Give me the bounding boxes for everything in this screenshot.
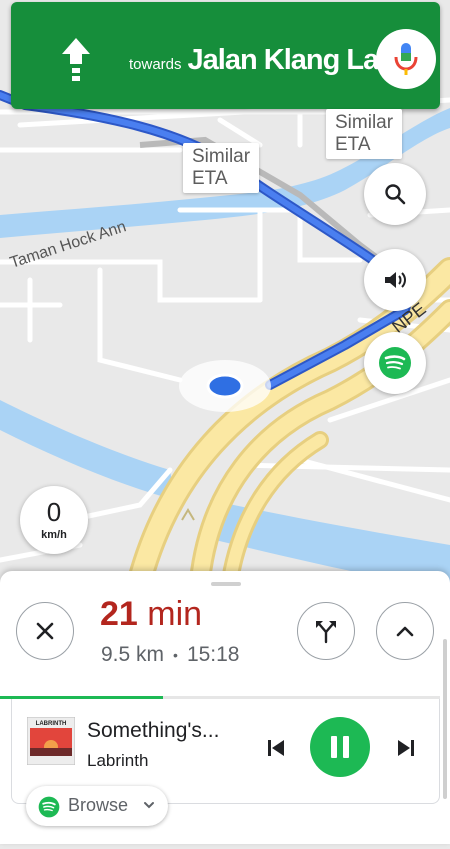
- eta-line2: ETA: [335, 134, 371, 155]
- speed-value: 0: [46, 497, 62, 527]
- spotify-icon: [379, 347, 411, 379]
- alternate-route-eta[interactable]: Similar ETA: [326, 109, 403, 159]
- drag-handle[interactable]: [211, 582, 241, 586]
- browse-label: Browse: [68, 795, 129, 815]
- eta-line2: ETA: [192, 168, 228, 189]
- alternate-routes-button[interactable]: [297, 602, 355, 660]
- eta-line1: Similar: [192, 146, 251, 167]
- previous-track-button[interactable]: [260, 732, 292, 764]
- voice-search-button[interactable]: [376, 29, 436, 89]
- towards-label: towards: [129, 56, 182, 73]
- album-art[interactable]: LABRINTH: [27, 717, 75, 765]
- duration-unit: min: [147, 595, 203, 633]
- route-fork-icon: [316, 621, 336, 644]
- trip-duration: 21 min: [100, 595, 202, 634]
- microphone-icon: [394, 43, 418, 75]
- search-button[interactable]: [364, 163, 426, 225]
- song-title: Something's...: [87, 719, 220, 742]
- chevron-down-icon: [144, 802, 154, 809]
- spotify-icon: [38, 796, 60, 818]
- browse-button[interactable]: Browse: [26, 786, 168, 826]
- sound-button[interactable]: [364, 249, 426, 311]
- next-track-button[interactable]: [390, 732, 422, 764]
- spotify-button[interactable]: [364, 332, 426, 394]
- skip-previous-icon: [268, 740, 284, 756]
- scrollbar[interactable]: [443, 639, 447, 799]
- eta-line1: Similar: [335, 112, 394, 133]
- close-icon: [36, 622, 54, 640]
- duration-number: 21: [100, 595, 138, 633]
- speed-unit: km/h: [41, 529, 67, 541]
- current-location-dot: [206, 373, 244, 399]
- skip-next-icon: [398, 740, 414, 756]
- trip-bottom-sheet[interactable]: 21 min 9.5 km • 15:18 LABRINTH Something's…: [0, 571, 450, 844]
- speedometer: 0 km/h: [20, 486, 88, 554]
- pause-button[interactable]: [310, 717, 370, 777]
- search-icon: [385, 184, 406, 205]
- expand-button[interactable]: [376, 602, 434, 660]
- speaker-icon: [385, 272, 406, 288]
- exit-navigation-button[interactable]: [16, 602, 74, 660]
- straight-arrow-icon: [62, 38, 90, 81]
- next-step-text: towards Jalan Klang Lama: [129, 44, 419, 77]
- pause-icon: [331, 736, 349, 758]
- arrival-time: 15:18: [186, 643, 240, 666]
- alternate-route-eta[interactable]: Similar ETA: [183, 143, 260, 193]
- navigation-banner[interactable]: towards Jalan Klang Lama: [11, 2, 440, 109]
- trip-details: 9.5 km • 15:18: [101, 643, 240, 667]
- trip-distance: 9.5 km: [101, 643, 165, 666]
- album-art-text: LABRINTH: [36, 721, 67, 727]
- chevron-up-icon: [396, 626, 414, 637]
- separator: •: [173, 647, 178, 664]
- song-artist: Labrinth: [87, 751, 149, 770]
